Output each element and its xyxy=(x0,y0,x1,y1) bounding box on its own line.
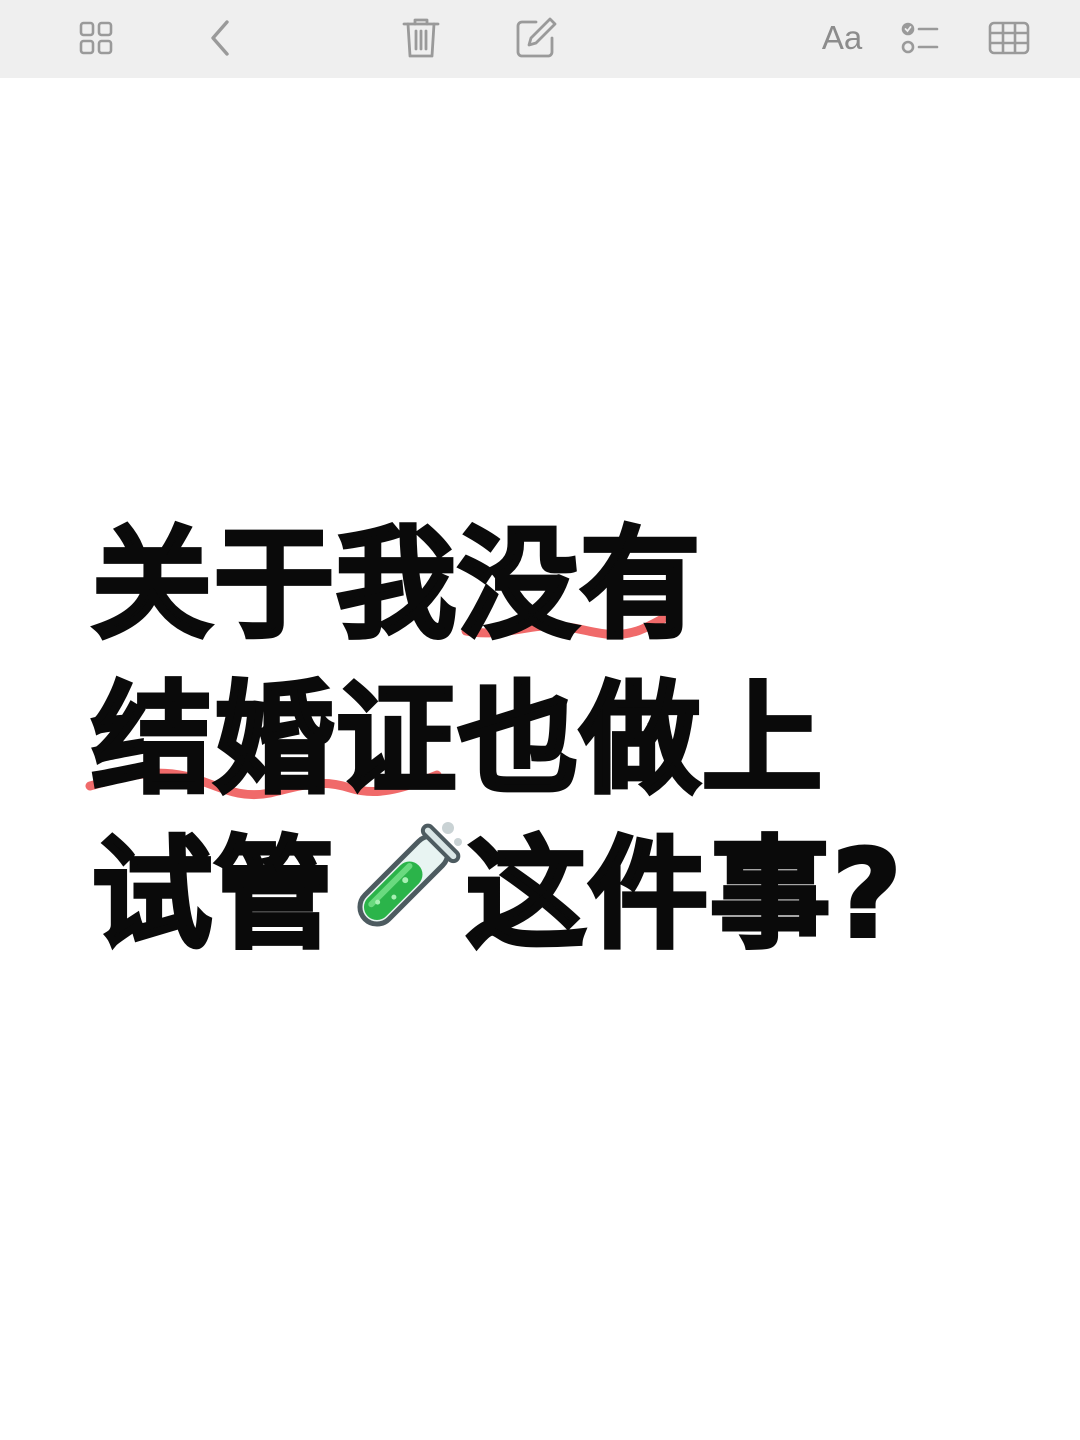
table-icon xyxy=(988,21,1030,55)
test-tube-icon xyxy=(357,822,462,927)
headline-line-3-end: 这件事? xyxy=(464,824,904,967)
note-content-area[interactable]: 关于我没有 结婚证也做上 试管 这件事? xyxy=(0,78,1080,1440)
chevron-left-icon xyxy=(211,20,229,56)
grid-icon xyxy=(79,21,113,55)
checklist-icon xyxy=(901,22,939,54)
table-button[interactable] xyxy=(981,10,1037,66)
delete-button[interactable] xyxy=(393,10,449,66)
checklist-button[interactable] xyxy=(893,10,949,66)
headline-line-3-start: 试管 xyxy=(90,824,336,967)
headline-line-2: 结婚证也做上 xyxy=(90,669,824,812)
gallery-view-button[interactable] xyxy=(68,10,124,66)
headline-line-1: 关于我没有 xyxy=(90,514,702,657)
compose-icon xyxy=(516,17,557,58)
trash-icon xyxy=(402,18,440,58)
text-format-icon: Aa xyxy=(821,19,863,56)
headline-line-3: 试管 这件事? xyxy=(90,818,1032,973)
back-button[interactable] xyxy=(192,10,248,66)
compose-button[interactable] xyxy=(508,10,564,66)
note-headline: 关于我没有 结婚证也做上 试管 这件事? xyxy=(90,508,1032,973)
notes-toolbar: Aa xyxy=(0,0,1080,78)
text-format-button[interactable]: Aa xyxy=(814,10,870,66)
